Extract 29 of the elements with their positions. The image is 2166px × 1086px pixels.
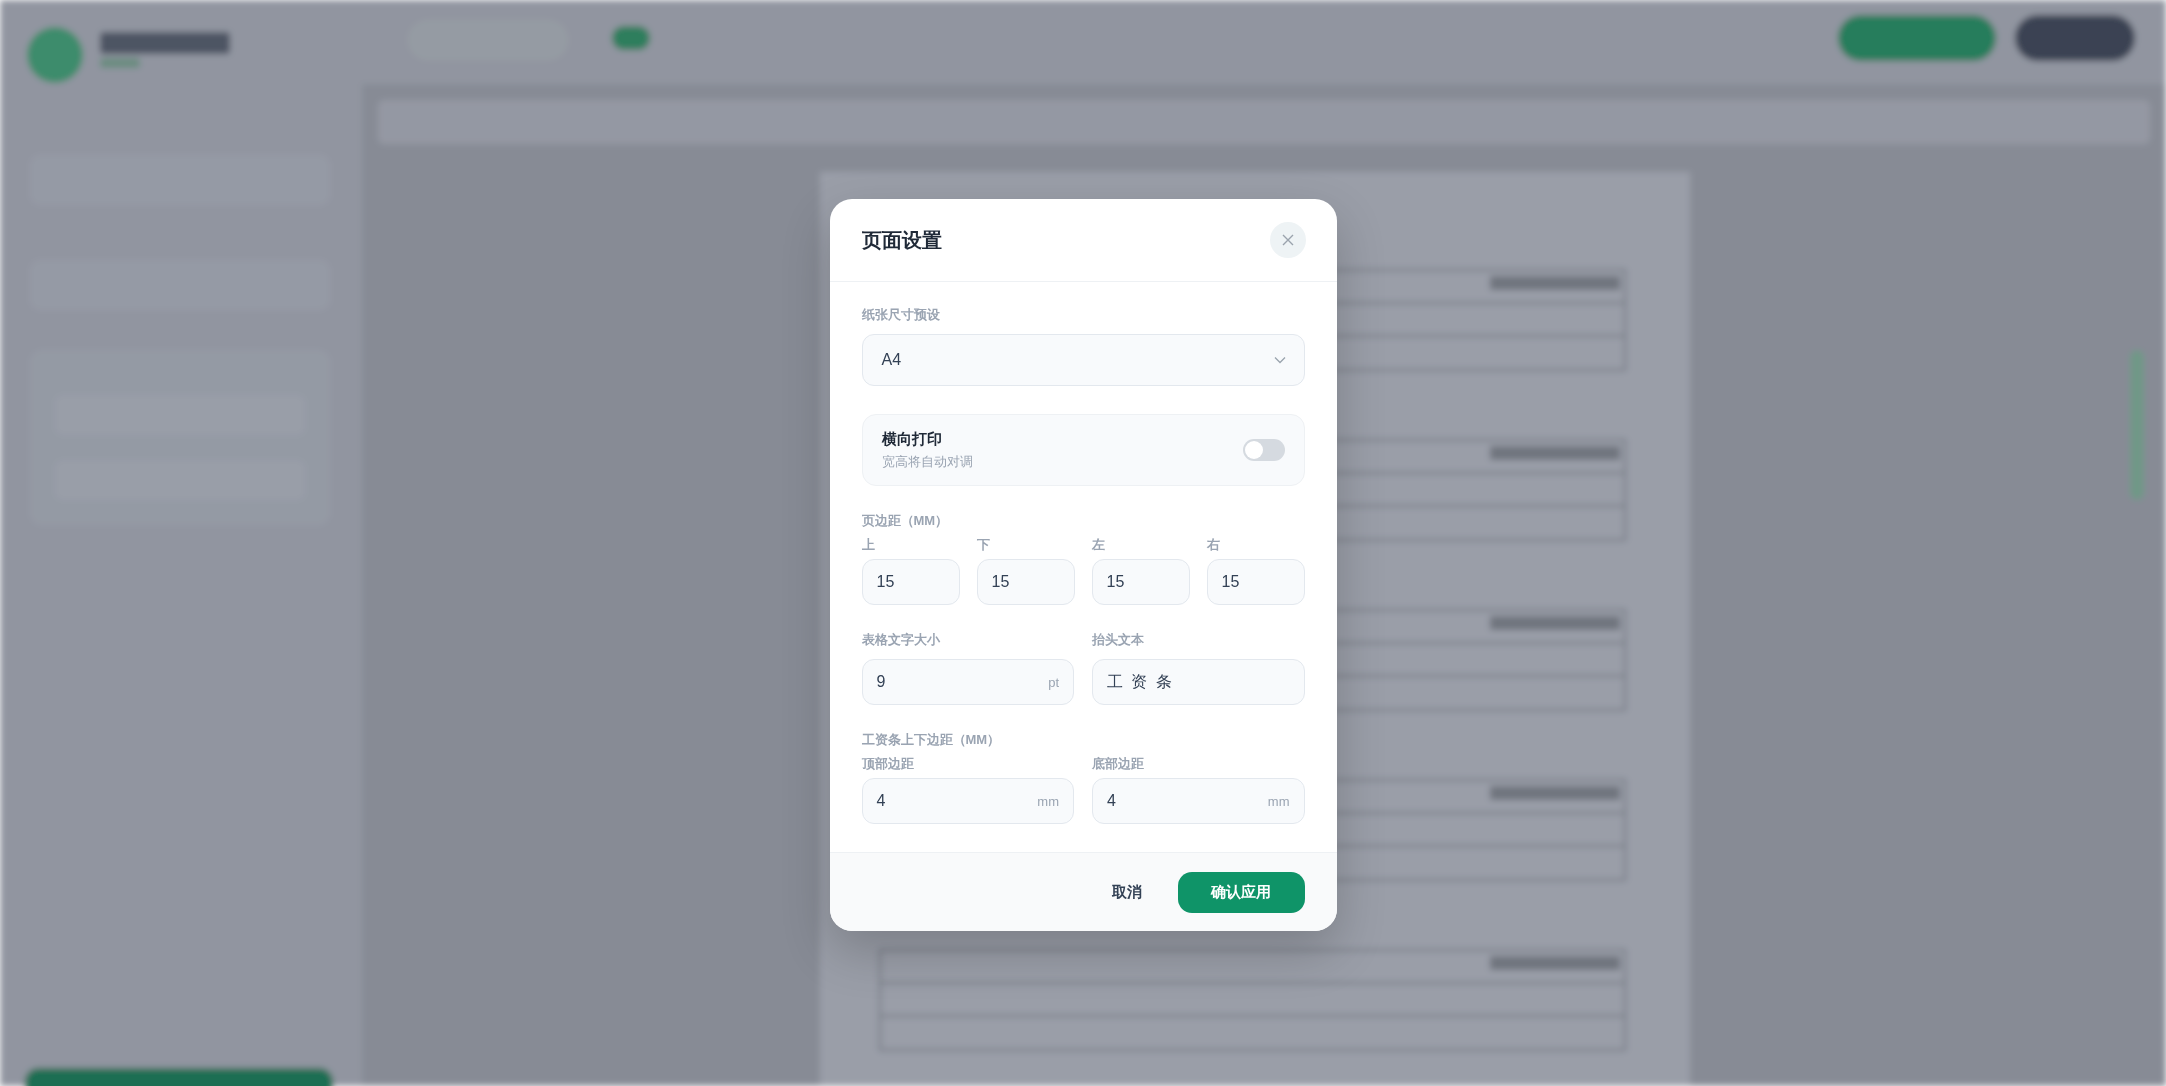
chevron-down-icon <box>1273 356 1286 364</box>
setting-title: 横向打印 <box>881 429 943 449</box>
apply-button[interactable]: 确认应用 <box>1177 871 1305 913</box>
close-button[interactable] <box>1269 222 1306 258</box>
field-label: 抬头文本 <box>1092 631 1145 649</box>
field-label: 顶部边距 <box>861 755 915 773</box>
section-label: 页边距（MM） <box>861 512 950 530</box>
field-label: 底部边距 <box>1092 755 1145 773</box>
paper-size-select[interactable]: A4 <box>861 334 1305 386</box>
field-label: 纸张尺寸预设 <box>861 306 941 324</box>
section-label: 工资条上下边距（MM） <box>861 731 1002 749</box>
input-field[interactable]: 15 <box>976 559 1075 605</box>
input-field[interactable]: 4 mm <box>861 778 1074 824</box>
setting-hint: 宽高将自动对调 <box>881 452 973 471</box>
field-label: 上 <box>861 536 876 554</box>
input-field[interactable]: 9 pt <box>861 659 1074 705</box>
field-label: 下 <box>976 536 991 554</box>
cancel-button[interactable]: 取消 <box>1111 874 1142 910</box>
field-label: 右 <box>1206 536 1221 554</box>
input-field[interactable]: 15 <box>1206 559 1305 605</box>
toggle-switch[interactable] <box>1242 439 1285 461</box>
input-field[interactable]: 15 <box>1091 559 1190 605</box>
dialog-title: 页面设置 <box>861 227 942 253</box>
input-field[interactable]: 15 <box>861 559 960 605</box>
input-field[interactable]: 工 资 条 <box>1092 659 1305 705</box>
field-label: 表格文字大小 <box>861 631 941 649</box>
close-icon <box>1281 234 1294 246</box>
input-field[interactable]: 4 mm <box>1092 778 1305 824</box>
field-label: 左 <box>1091 536 1106 554</box>
